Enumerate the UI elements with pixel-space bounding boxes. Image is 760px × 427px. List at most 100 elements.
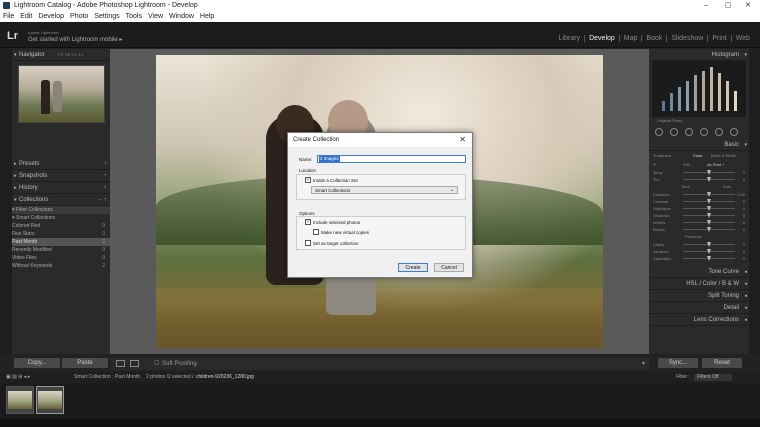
collection-item[interactable]: ▾ Filter Collections — [12, 206, 110, 214]
module-print[interactable]: Print — [708, 35, 732, 42]
slider-label: Whites — [653, 220, 666, 225]
menu-edit[interactable]: Edit — [20, 11, 32, 22]
maximize-button[interactable]: ▢ — [718, 0, 738, 11]
adjustment-brush-icon[interactable] — [730, 128, 738, 136]
soft-proofing-checkbox[interactable]: ☐ — [154, 358, 159, 370]
filter-select[interactable]: Filters Off — [694, 374, 732, 381]
treatment-color-button[interactable]: Color — [693, 151, 703, 160]
collection-set-select[interactable]: Smart Collections ⌄ — [311, 186, 458, 194]
include-selected-checkbox[interactable]: ✓ — [305, 219, 311, 225]
target-collection-checkbox[interactable] — [305, 240, 311, 246]
toolbar-menu-chevron-icon[interactable]: ▾ — [642, 358, 645, 370]
snapshots-header[interactable]: Snapshots+ — [12, 170, 110, 182]
slider-value[interactable]: 0 — [743, 205, 745, 212]
collection-item[interactable]: Recently Modified 0 — [12, 246, 110, 254]
copy-settings-button[interactable]: Copy... — [14, 358, 60, 368]
filmstrip-edge[interactable] — [0, 419, 760, 427]
sync-button[interactable]: Sync... — [658, 358, 698, 368]
module-map[interactable]: Map — [620, 35, 643, 42]
menu-view[interactable]: View — [148, 11, 163, 22]
histogram[interactable] — [652, 61, 746, 117]
slider-value[interactable]: 0 — [743, 219, 745, 226]
cancel-button[interactable]: Cancel — [434, 263, 464, 272]
menu-photo[interactable]: Photo — [70, 11, 88, 22]
collection-item[interactable]: Past Month 2 — [12, 238, 110, 246]
histogram-header[interactable]: Histogram — [649, 49, 749, 61]
slider-value[interactable]: 0 — [743, 198, 745, 205]
filmstrip-status: 2 photos /2 selected / — [146, 374, 194, 380]
module-develop[interactable]: Develop — [585, 35, 620, 42]
slider-value[interactable]: 0 — [743, 255, 745, 262]
clear-history-icon[interactable]: × — [103, 182, 107, 194]
close-button[interactable]: ✕ — [738, 0, 758, 11]
module-library[interactable]: Library — [555, 35, 586, 42]
menu-file[interactable]: File — [3, 11, 14, 22]
detail-header[interactable]: Detail — [649, 302, 749, 314]
add-preset-icon[interactable]: + — [103, 158, 107, 170]
minimize-button[interactable]: – — [696, 0, 716, 11]
paste-settings-button[interactable]: Paste — [62, 358, 108, 368]
tone-curve-header[interactable]: Tone Curve — [649, 266, 749, 278]
identity-top-text: Adobe Lightroom — [28, 30, 59, 35]
tone-auto-button[interactable]: Auto — [723, 183, 731, 190]
navigator-header[interactable]: Navigator FIT Fill 1:1 3:1 — [12, 49, 110, 61]
radial-filter-icon[interactable] — [715, 128, 723, 136]
menu-window[interactable]: Window — [169, 11, 194, 22]
menu-develop[interactable]: Develop — [38, 11, 64, 22]
create-button[interactable]: Create — [398, 263, 428, 272]
menu-tools[interactable]: Tools — [126, 11, 142, 22]
collection-name-input[interactable]: 2 Images — [317, 155, 466, 163]
collection-item[interactable]: Without Keywords 2 — [12, 262, 110, 270]
add-snapshot-icon[interactable]: + — [103, 170, 107, 182]
slider-value[interactable]: 0.00 — [737, 191, 745, 198]
collections-header[interactable]: Collections– + — [12, 194, 110, 206]
graduated-filter-icon[interactable] — [700, 128, 708, 136]
slider-value[interactable]: 0 — [743, 176, 745, 183]
red-eye-icon[interactable] — [685, 128, 693, 136]
history-header[interactable]: History× — [12, 182, 110, 194]
navigator-zoom-options[interactable]: FIT Fill 1:1 3:1 — [58, 49, 84, 61]
dialog-title: Create Collection — [293, 137, 340, 143]
module-web[interactable]: Web — [732, 35, 754, 42]
basic-header[interactable]: Basic — [649, 139, 749, 151]
menu-settings[interactable]: Settings — [94, 11, 119, 22]
split-toning-header[interactable]: Split Toning — [649, 290, 749, 302]
dialog-close-icon[interactable]: ✕ — [459, 133, 466, 147]
inside-set-checkbox[interactable]: ✓ — [305, 177, 311, 183]
lightroom-mobile-link[interactable]: Get started with Lightroom mobile ▸ — [28, 36, 122, 43]
collection-item[interactable]: Video Files 0 — [12, 254, 110, 262]
hsl-header[interactable]: HSL / Color / B & W — [649, 278, 749, 290]
loupe-view-icon[interactable] — [116, 360, 125, 367]
lens-corrections-header[interactable]: Lens Corrections — [649, 314, 749, 326]
menu-help[interactable]: Help — [200, 11, 214, 22]
before-after-icon[interactable] — [130, 360, 139, 367]
slider-value[interactable]: 0 — [743, 241, 745, 248]
chevron-down-icon: ⌄ — [449, 187, 454, 193]
filmstrip-source[interactable]: Smart Collection : Past Month — [74, 372, 140, 383]
presets-header[interactable]: Presets+ — [12, 158, 110, 170]
collection-item[interactable]: Colored Red 0 — [12, 222, 110, 230]
filmstrip-thumbnail[interactable] — [6, 386, 34, 414]
filmstrip-view-icons[interactable]: ▣ ▤ ⊞ ◂ ▸ — [6, 372, 30, 383]
inside-set-label: Inside a Collection Set — [313, 178, 358, 183]
slider-value[interactable]: 0 — [743, 212, 745, 219]
slider-value[interactable]: 0 — [743, 248, 745, 255]
virtual-copies-checkbox[interactable] — [313, 229, 319, 235]
navigator-preview[interactable] — [17, 65, 105, 123]
collections-add-remove-icon[interactable]: – + — [98, 194, 107, 206]
reset-button[interactable]: Reset — [702, 358, 742, 368]
wb-select[interactable]: As Shot ÷ — [707, 160, 724, 169]
collection-item[interactable]: Five Stars 0 — [12, 230, 110, 238]
module-book[interactable]: Book — [642, 35, 668, 42]
module-slideshow[interactable]: Slideshow — [667, 35, 709, 42]
filmstrip-thumbnail[interactable] — [36, 386, 64, 414]
crop-icon[interactable] — [655, 128, 663, 136]
slider-value[interactable]: 0 — [743, 226, 745, 233]
slider-value[interactable]: 0 — [743, 169, 745, 176]
spot-removal-icon[interactable] — [670, 128, 678, 136]
right-panel-edge[interactable] — [749, 49, 760, 354]
left-panel-edge[interactable] — [0, 49, 12, 354]
wb-eyedropper-icon[interactable]: ✎ — [653, 162, 656, 167]
collection-item[interactable]: ▾ Smart Collections — [12, 214, 110, 222]
treatment-bw-button[interactable]: Black & White — [711, 151, 736, 160]
